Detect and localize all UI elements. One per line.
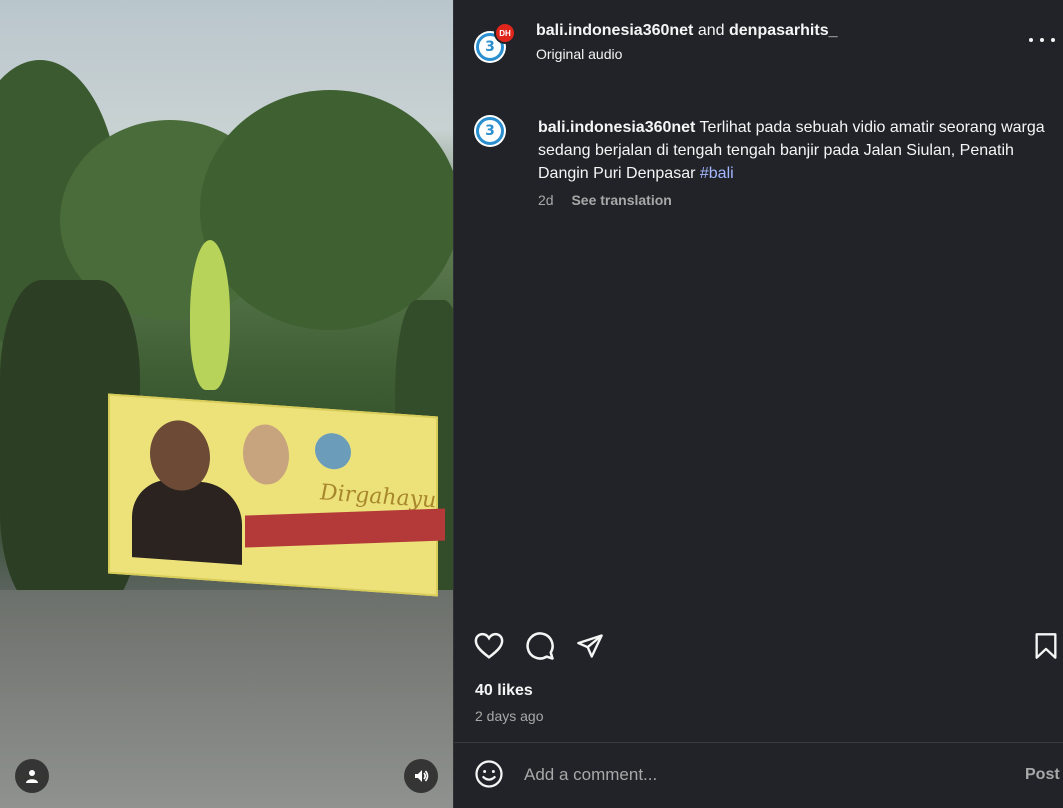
likes-count[interactable]: 40 likes xyxy=(475,682,533,700)
tagged-users-button[interactable] xyxy=(15,759,49,793)
banana-leaf xyxy=(190,240,230,390)
post-details-panel: 3 DH bali.indonesia360net and denpasarhi… xyxy=(453,0,1063,808)
author-names: bali.indonesia360net and denpasarhits_ xyxy=(536,21,837,41)
caption-text: bali.indonesia360net Terlihat pada sebua… xyxy=(538,116,1048,185)
comment-bar: Post xyxy=(454,742,1063,808)
audio-link[interactable]: Original audio xyxy=(536,46,622,62)
post-header: 3 DH bali.indonesia360net and denpasarhi… xyxy=(454,0,1063,86)
post-media-video[interactable]: Dirgahayu xyxy=(0,0,453,808)
heart-icon xyxy=(474,632,504,659)
audio-toggle-button[interactable] xyxy=(404,759,438,793)
user-icon xyxy=(26,770,38,783)
more-options-button[interactable] xyxy=(1029,30,1055,50)
hashtag-link[interactable]: #bali xyxy=(700,165,734,182)
volume-icon xyxy=(415,770,429,782)
banner-face xyxy=(243,422,289,487)
comment-input[interactable] xyxy=(524,761,964,789)
comment-icon xyxy=(526,632,554,660)
action-bar xyxy=(454,628,1063,664)
foliage xyxy=(200,90,453,330)
caption-time: 2d xyxy=(538,192,554,208)
bookmark-icon xyxy=(1035,633,1057,659)
caption-username[interactable]: bali.indonesia360net xyxy=(538,119,695,136)
emoji-button[interactable] xyxy=(474,759,504,794)
coauthor-avatar[interactable]: DH xyxy=(494,22,516,44)
like-button[interactable] xyxy=(471,628,507,664)
avatar-logo: 3 xyxy=(476,117,504,145)
save-button[interactable] xyxy=(1028,628,1063,664)
coauthor-link[interactable]: denpasarhits_ xyxy=(729,22,837,39)
author-link[interactable]: bali.indonesia360net xyxy=(536,22,693,39)
video-frame: Dirgahayu xyxy=(0,0,453,808)
emoji-icon xyxy=(475,760,503,788)
post-comment-button[interactable]: Post xyxy=(1025,766,1060,784)
caption-avatar[interactable]: 3 xyxy=(474,115,506,147)
more-icon xyxy=(1029,38,1033,42)
flood-water xyxy=(0,590,453,808)
yellow-banner: Dirgahayu xyxy=(108,393,445,597)
caption-meta: 2d See translation xyxy=(538,192,672,208)
and-text: and xyxy=(697,22,725,39)
banner-logo xyxy=(315,431,351,471)
share-icon xyxy=(577,634,603,658)
comment-button[interactable] xyxy=(522,628,558,664)
banner-red-strip xyxy=(245,508,445,548)
banner-figure xyxy=(132,477,242,565)
share-button[interactable] xyxy=(572,628,608,664)
see-translation-button[interactable]: See translation xyxy=(571,192,671,208)
post-date: 2 days ago xyxy=(475,708,544,724)
